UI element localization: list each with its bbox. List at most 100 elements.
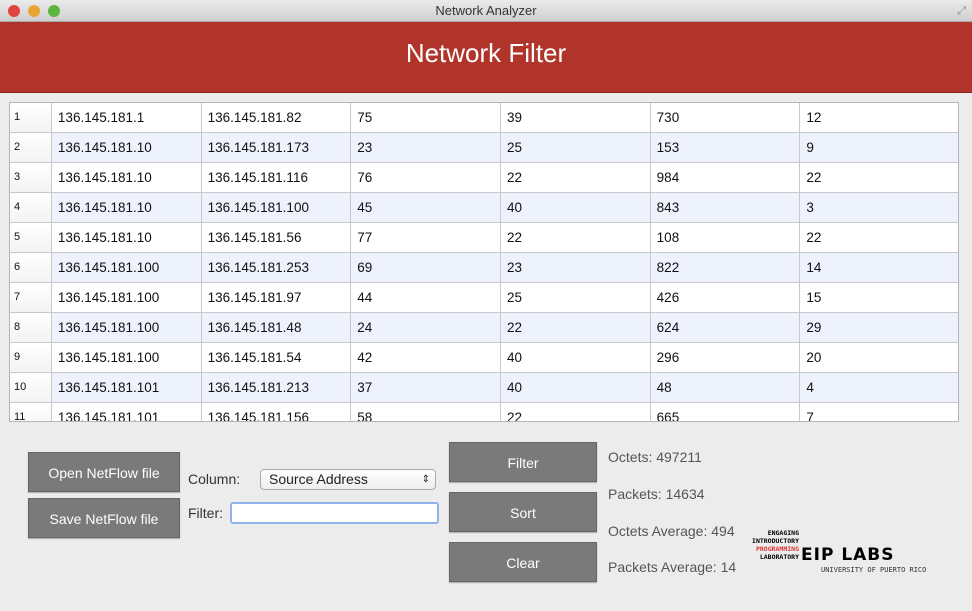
- table-cell[interactable]: 624: [651, 313, 801, 342]
- table-cell[interactable]: 25: [501, 133, 651, 162]
- table-row[interactable]: 5 136.145.181.10 136.145.181.56 77 22 108 22: [10, 223, 958, 253]
- table-cell[interactable]: 40: [501, 193, 651, 222]
- table-cell[interactable]: 136.145.181.82: [202, 103, 352, 132]
- table-cell[interactable]: 822: [651, 253, 801, 282]
- table-cell[interactable]: 136.145.181.56: [202, 223, 352, 252]
- table-cell[interactable]: 136.145.181.10: [52, 163, 202, 192]
- row-index[interactable]: 3: [10, 163, 52, 192]
- table-cell[interactable]: 136.145.181.10: [52, 133, 202, 162]
- table-row[interactable]: 10 136.145.181.101 136.145.181.213 37 40 48 4: [10, 373, 958, 403]
- table-cell[interactable]: 665: [651, 403, 801, 421]
- table-cell[interactable]: 24: [351, 313, 501, 342]
- open-netflow-button[interactable]: Open NetFlow file: [28, 452, 180, 492]
- table-cell[interactable]: 29: [800, 313, 958, 342]
- table-cell[interactable]: 48: [651, 373, 801, 402]
- table-cell[interactable]: 75: [351, 103, 501, 132]
- table-cell[interactable]: 136.145.181.48: [202, 313, 352, 342]
- table-cell[interactable]: 984: [651, 163, 801, 192]
- table-cell[interactable]: 136.145.181.101: [52, 403, 202, 421]
- table-cell[interactable]: 22: [800, 223, 958, 252]
- netflow-table[interactable]: 1 136.145.181.1 136.145.181.82 75 39 730 12 2 13…: [9, 102, 959, 422]
- table-cell[interactable]: 14: [800, 253, 958, 282]
- table-cell[interactable]: 136.145.181.116: [202, 163, 352, 192]
- clear-button[interactable]: Clear: [449, 542, 597, 582]
- table-cell[interactable]: 3: [800, 193, 958, 222]
- table-row[interactable]: 9 136.145.181.100 136.145.181.54 42 40 296 20: [10, 343, 958, 373]
- table-cell[interactable]: 136.145.181.10: [52, 193, 202, 222]
- table-cell[interactable]: 37: [351, 373, 501, 402]
- row-index[interactable]: 2: [10, 133, 52, 162]
- table-cell[interactable]: 15: [800, 283, 958, 312]
- table-cell[interactable]: 136.145.181.100: [52, 343, 202, 372]
- filter-input[interactable]: [230, 502, 439, 524]
- sort-button[interactable]: Sort: [449, 492, 597, 532]
- fullscreen-icon[interactable]: ⤢: [957, 0, 966, 22]
- table-cell[interactable]: 136.145.181.213: [202, 373, 352, 402]
- row-index[interactable]: 4: [10, 193, 52, 222]
- table-row[interactable]: 4 136.145.181.10 136.145.181.100 45 40 843 3: [10, 193, 958, 223]
- zoom-button[interactable]: [48, 5, 60, 17]
- table-cell[interactable]: 136.145.181.253: [202, 253, 352, 282]
- table-cell[interactable]: 296: [651, 343, 801, 372]
- table-cell[interactable]: 22: [501, 223, 651, 252]
- table-cell[interactable]: 22: [501, 163, 651, 192]
- table-cell[interactable]: 136.145.181.100: [52, 313, 202, 342]
- table-cell[interactable]: 7: [800, 403, 958, 421]
- row-index[interactable]: 7: [10, 283, 52, 312]
- table-cell[interactable]: 136.145.181.100: [52, 253, 202, 282]
- table-cell[interactable]: 136.145.181.10: [52, 223, 202, 252]
- row-index[interactable]: 1: [10, 103, 52, 132]
- table-row[interactable]: 11 136.145.181.101 136.145.181.156 58 22 665 7: [10, 403, 958, 421]
- filter-button[interactable]: Filter: [449, 442, 597, 482]
- table-cell[interactable]: 23: [351, 133, 501, 162]
- table-cell[interactable]: 25: [501, 283, 651, 312]
- table-cell[interactable]: 22: [800, 163, 958, 192]
- table-cell[interactable]: 4: [800, 373, 958, 402]
- row-index[interactable]: 8: [10, 313, 52, 342]
- table-cell[interactable]: 40: [501, 373, 651, 402]
- table-cell[interactable]: 44: [351, 283, 501, 312]
- table-cell[interactable]: 136.145.181.97: [202, 283, 352, 312]
- table-row[interactable]: 6 136.145.181.100 136.145.181.253 69 23 822 14: [10, 253, 958, 283]
- table-cell[interactable]: 136.145.181.156: [202, 403, 352, 421]
- table-row[interactable]: 1 136.145.181.1 136.145.181.82 75 39 730 12: [10, 103, 958, 133]
- table-cell[interactable]: 730: [651, 103, 801, 132]
- row-index[interactable]: 9: [10, 343, 52, 372]
- table-cell[interactable]: 136.145.181.100: [202, 193, 352, 222]
- table-row[interactable]: 8 136.145.181.100 136.145.181.48 24 22 624 29: [10, 313, 958, 343]
- row-index[interactable]: 11: [10, 403, 52, 421]
- table-row[interactable]: 3 136.145.181.10 136.145.181.116 76 22 984 22: [10, 163, 958, 193]
- table-cell[interactable]: 108: [651, 223, 801, 252]
- table-cell[interactable]: 136.145.181.1: [52, 103, 202, 132]
- table-cell[interactable]: 22: [501, 313, 651, 342]
- row-index[interactable]: 10: [10, 373, 52, 402]
- table-cell[interactable]: 76: [351, 163, 501, 192]
- close-button[interactable]: [8, 5, 20, 17]
- table-cell[interactable]: 136.145.181.54: [202, 343, 352, 372]
- minimize-button[interactable]: [28, 5, 40, 17]
- table-cell[interactable]: 426: [651, 283, 801, 312]
- row-index[interactable]: 5: [10, 223, 52, 252]
- save-netflow-button[interactable]: Save NetFlow file: [28, 498, 180, 538]
- table-cell[interactable]: 136.145.181.173: [202, 133, 352, 162]
- table-cell[interactable]: 69: [351, 253, 501, 282]
- table-cell[interactable]: 843: [651, 193, 801, 222]
- table-cell[interactable]: 39: [501, 103, 651, 132]
- table-cell[interactable]: 20: [800, 343, 958, 372]
- table-cell[interactable]: 42: [351, 343, 501, 372]
- table-cell[interactable]: 23: [501, 253, 651, 282]
- row-index[interactable]: 6: [10, 253, 52, 282]
- table-cell[interactable]: 45: [351, 193, 501, 222]
- table-cell[interactable]: 12: [800, 103, 958, 132]
- table-cell[interactable]: 153: [651, 133, 801, 162]
- table-cell[interactable]: 22: [501, 403, 651, 421]
- table-cell[interactable]: 136.145.181.101: [52, 373, 202, 402]
- column-select[interactable]: Source Address ⇕: [260, 469, 436, 490]
- table-cell[interactable]: 136.145.181.100: [52, 283, 202, 312]
- table-row[interactable]: 2 136.145.181.10 136.145.181.173 23 25 153 9: [10, 133, 958, 163]
- table-cell[interactable]: 9: [800, 133, 958, 162]
- table-cell[interactable]: 77: [351, 223, 501, 252]
- table-row[interactable]: 7 136.145.181.100 136.145.181.97 44 25 426 15: [10, 283, 958, 313]
- table-cell[interactable]: 58: [351, 403, 501, 421]
- table-cell[interactable]: 40: [501, 343, 651, 372]
